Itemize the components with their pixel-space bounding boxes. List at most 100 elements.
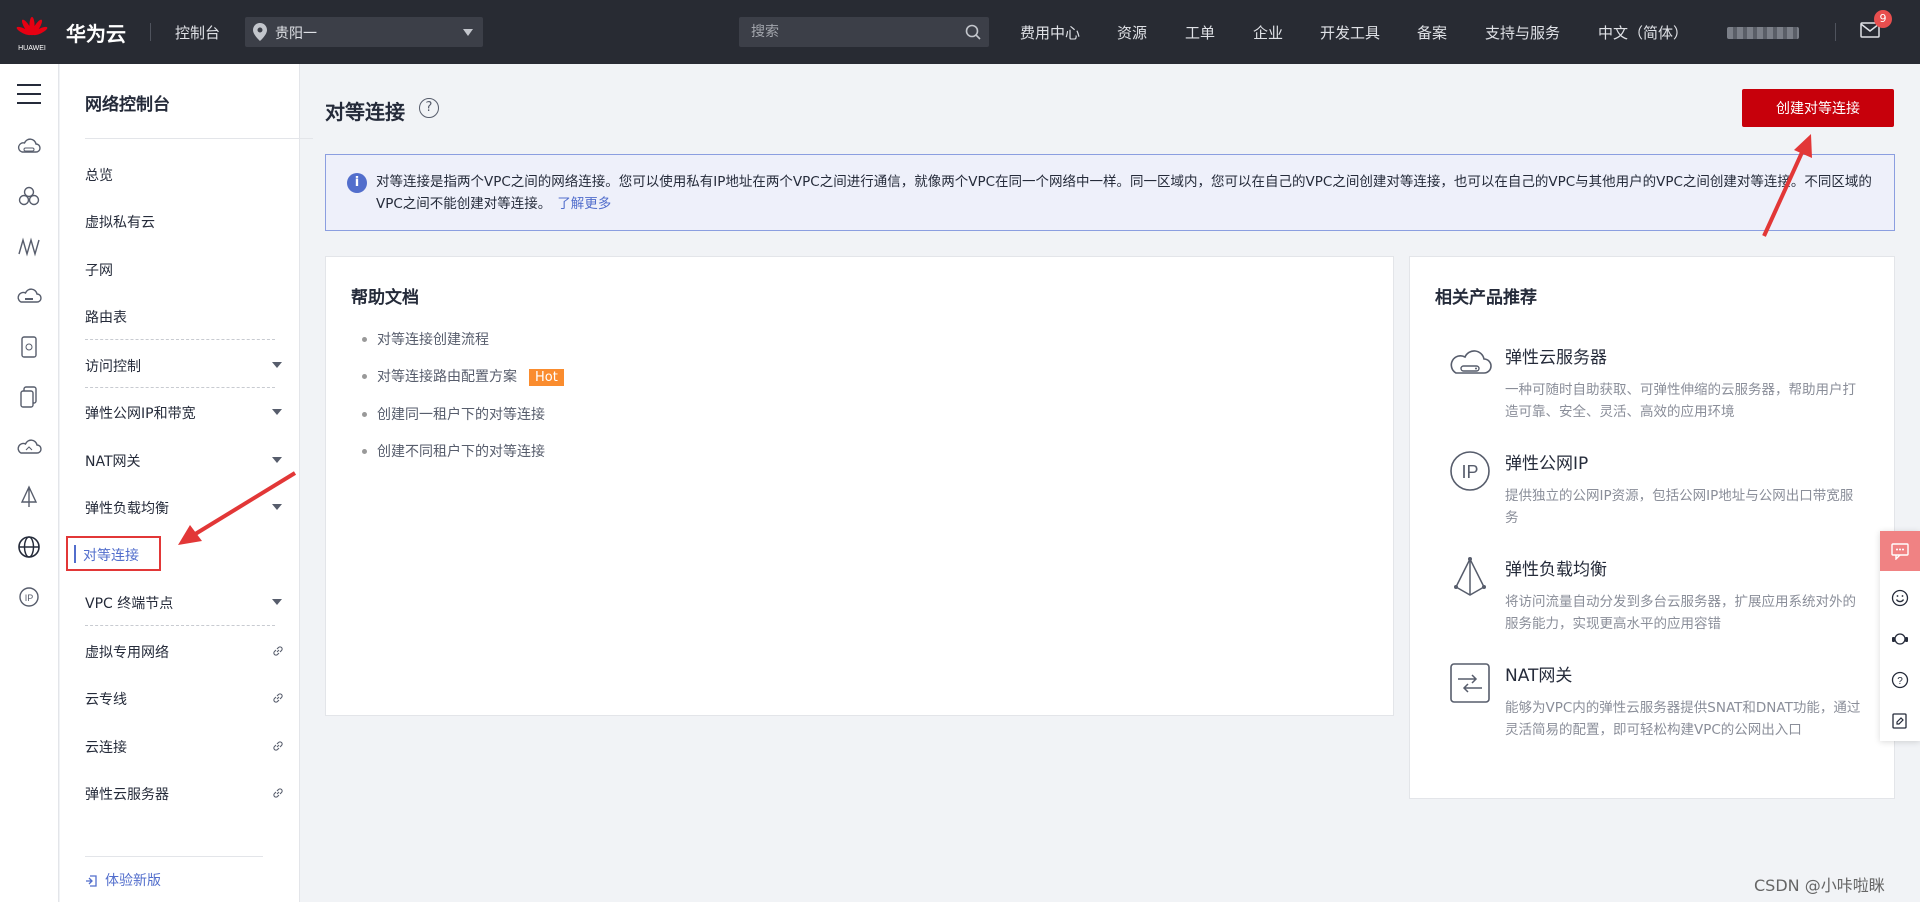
customer-service-icon[interactable] bbox=[1891, 630, 1909, 648]
sidebar-item-ecs[interactable]: 弹性云服务器 bbox=[85, 784, 169, 804]
product-desc-nat: 能够为VPC内的弹性云服务器提供SNAT和DNAT功能，通过灵活简易的配置，即可… bbox=[1505, 700, 1861, 738]
ip-rail-icon[interactable]: IP bbox=[16, 584, 42, 610]
nav-billing-center[interactable]: 费用中心 bbox=[1020, 22, 1080, 43]
region-selector[interactable]: 贵阳一 bbox=[245, 17, 483, 47]
edit-note-icon[interactable] bbox=[1891, 712, 1909, 730]
related-products-card: 相关产品推荐 弹性云服务器 一种可随时自助获取、可弹性伸缩的云服务器，帮助用户打… bbox=[1409, 256, 1895, 799]
active-indicator bbox=[74, 545, 76, 563]
smile-icon[interactable] bbox=[1891, 589, 1909, 607]
sidebar-item-route-table[interactable]: 路由表 bbox=[85, 307, 127, 327]
user-account[interactable] bbox=[1727, 27, 1799, 39]
feedback-button[interactable] bbox=[1880, 531, 1920, 571]
floating-toolbar: ? bbox=[1880, 531, 1920, 741]
svg-text:IP: IP bbox=[25, 593, 34, 603]
ip-icon: IP bbox=[1450, 451, 1490, 491]
chevron-down-icon[interactable] bbox=[272, 409, 282, 415]
service-icon-rail: IP bbox=[0, 64, 59, 902]
divider bbox=[85, 339, 275, 340]
storage-rail-icon[interactable] bbox=[16, 284, 42, 310]
svg-text:HUAWEI: HUAWEI bbox=[18, 45, 46, 52]
external-link-icon[interactable] bbox=[272, 692, 284, 704]
chevron-down-icon[interactable] bbox=[272, 504, 282, 510]
divider bbox=[85, 387, 275, 388]
divider bbox=[85, 138, 313, 139]
backup-rail-icon[interactable] bbox=[16, 384, 42, 410]
sidebar-item-direct-connect[interactable]: 云专线 bbox=[85, 689, 127, 709]
search-input[interactable] bbox=[739, 17, 949, 47]
console-link[interactable]: 控制台 bbox=[175, 22, 220, 43]
doc-link-same-tenant[interactable]: 创建同一租户下的对等连接 bbox=[362, 404, 545, 424]
external-link-icon[interactable] bbox=[272, 740, 284, 752]
doc-link-create-flow[interactable]: 对等连接创建流程 bbox=[362, 329, 489, 349]
chevron-down-icon[interactable] bbox=[272, 362, 282, 368]
info-banner: i 对等连接是指两个VPC之间的网络连接。您可以使用私有IP地址在两个VPC之间… bbox=[325, 154, 1895, 231]
external-link-icon[interactable] bbox=[272, 645, 284, 657]
huawei-logo-icon[interactable]: HUAWEI bbox=[12, 12, 52, 52]
sidebar-item-nat-gateway[interactable]: NAT网关 bbox=[85, 451, 141, 471]
chevron-down-icon[interactable] bbox=[272, 599, 282, 605]
network-rail-icon[interactable] bbox=[16, 234, 42, 260]
doc-link-route-config[interactable]: 对等连接路由配置方案 Hot bbox=[362, 366, 564, 386]
location-pin-icon bbox=[253, 23, 267, 41]
divider bbox=[85, 856, 263, 857]
divider bbox=[150, 23, 151, 41]
product-name-elb[interactable]: 弹性负载均衡 bbox=[1505, 555, 1607, 580]
help-docs-title: 帮助文档 bbox=[351, 288, 419, 308]
nav-dev-tools[interactable]: 开发工具 bbox=[1320, 22, 1380, 43]
create-peering-button[interactable]: 创建对等连接 bbox=[1742, 89, 1894, 127]
external-link-icon[interactable] bbox=[272, 787, 284, 799]
menu-icon[interactable] bbox=[17, 84, 41, 104]
cloud-server-rail-icon[interactable] bbox=[16, 134, 42, 160]
switch-icon bbox=[86, 875, 97, 887]
cloud-server-icon bbox=[1450, 350, 1492, 374]
globe-rail-icon[interactable] bbox=[16, 534, 42, 560]
product-name-ecs[interactable]: 弹性云服务器 bbox=[1505, 343, 1607, 368]
language-selector[interactable]: 中文（简体） bbox=[1598, 22, 1688, 43]
svg-text:?: ? bbox=[1897, 676, 1903, 687]
sidebar-item-vpc[interactable]: 虚拟私有云 bbox=[85, 212, 155, 232]
cluster-rail-icon[interactable] bbox=[16, 184, 42, 210]
product-desc-eip: 提供独立的公网IP资源，包括公网IP地址与公网出口带宽服务 bbox=[1505, 488, 1854, 526]
sidebar-item-vpn[interactable]: 虚拟专用网络 bbox=[85, 642, 169, 662]
chat-icon bbox=[1891, 543, 1909, 560]
search-box[interactable] bbox=[739, 17, 989, 47]
sidebar-item-overview[interactable]: 总览 bbox=[85, 165, 113, 185]
disk-rail-icon[interactable] bbox=[16, 334, 42, 360]
help-icon[interactable]: ? bbox=[419, 98, 439, 118]
sidebar-item-access-control[interactable]: 访问控制 bbox=[85, 356, 141, 376]
nav-enterprise[interactable]: 企业 bbox=[1253, 22, 1283, 43]
info-icon: i bbox=[347, 173, 367, 193]
sidebar-item-subnet[interactable]: 子网 bbox=[85, 260, 113, 280]
top-bar: HUAWEI 华为云 控制台 贵阳一 费用中心 资源 工单 企业 开发工具 备案… bbox=[0, 0, 1920, 64]
divider bbox=[1835, 23, 1836, 41]
nav-tickets[interactable]: 工单 bbox=[1185, 22, 1215, 43]
nav-support[interactable]: 支持与服务 bbox=[1485, 22, 1560, 43]
sidebar-item-vpc-endpoint[interactable]: VPC 终端节点 bbox=[85, 593, 173, 613]
cloud-link-rail-icon[interactable] bbox=[16, 434, 42, 460]
sidebar-item-vpc-peering[interactable]: 对等连接 bbox=[66, 536, 161, 571]
related-products-title: 相关产品推荐 bbox=[1435, 288, 1537, 308]
sidebar-item-cloud-connect[interactable]: 云连接 bbox=[85, 737, 127, 757]
chevron-down-icon bbox=[463, 29, 473, 36]
nav-filing[interactable]: 备案 bbox=[1417, 22, 1447, 43]
product-name-nat[interactable]: NAT网关 bbox=[1505, 661, 1572, 686]
brand-name[interactable]: 华为云 bbox=[66, 18, 126, 47]
help-docs-card: 帮助文档 对等连接创建流程 对等连接路由配置方案 Hot 创建同一租户下的对等连接… bbox=[325, 256, 1394, 716]
product-desc-ecs: 一种可随时自助获取、可弹性伸缩的云服务器，帮助用户打造可靠、安全、灵活、高效的应… bbox=[1505, 382, 1856, 420]
try-new-version-link[interactable]: 体验新版 bbox=[85, 870, 161, 890]
sidebar-item-label: 对等连接 bbox=[83, 548, 139, 564]
new-version-label: 体验新版 bbox=[105, 873, 161, 889]
product-name-eip[interactable]: 弹性公网IP bbox=[1505, 449, 1588, 474]
nav-resources[interactable]: 资源 bbox=[1117, 22, 1147, 43]
page-title: 对等连接 bbox=[325, 100, 405, 124]
network-console-sidebar: 网络控制台 总览 虚拟私有云 子网 路由表 访问控制 弹性公网IP和带宽 NAT… bbox=[60, 64, 313, 902]
learn-more-link[interactable]: 了解更多 bbox=[557, 196, 611, 212]
sidebar-item-eip-bandwidth[interactable]: 弹性公网IP和带宽 bbox=[85, 403, 196, 423]
chevron-down-icon[interactable] bbox=[272, 457, 282, 463]
help-circle-icon[interactable]: ? bbox=[1891, 671, 1909, 689]
sidebar-item-elb[interactable]: 弹性负载均衡 bbox=[85, 498, 169, 518]
search-icon[interactable] bbox=[965, 24, 981, 40]
doc-link-different-tenant[interactable]: 创建不同租户下的对等连接 bbox=[362, 441, 545, 461]
product-desc-elb: 将访问流量自动分发到多台云服务器，扩展应用系统对外的服务能力，实现更高水平的应用… bbox=[1505, 594, 1856, 632]
load-balancer-rail-icon[interactable] bbox=[16, 484, 42, 510]
